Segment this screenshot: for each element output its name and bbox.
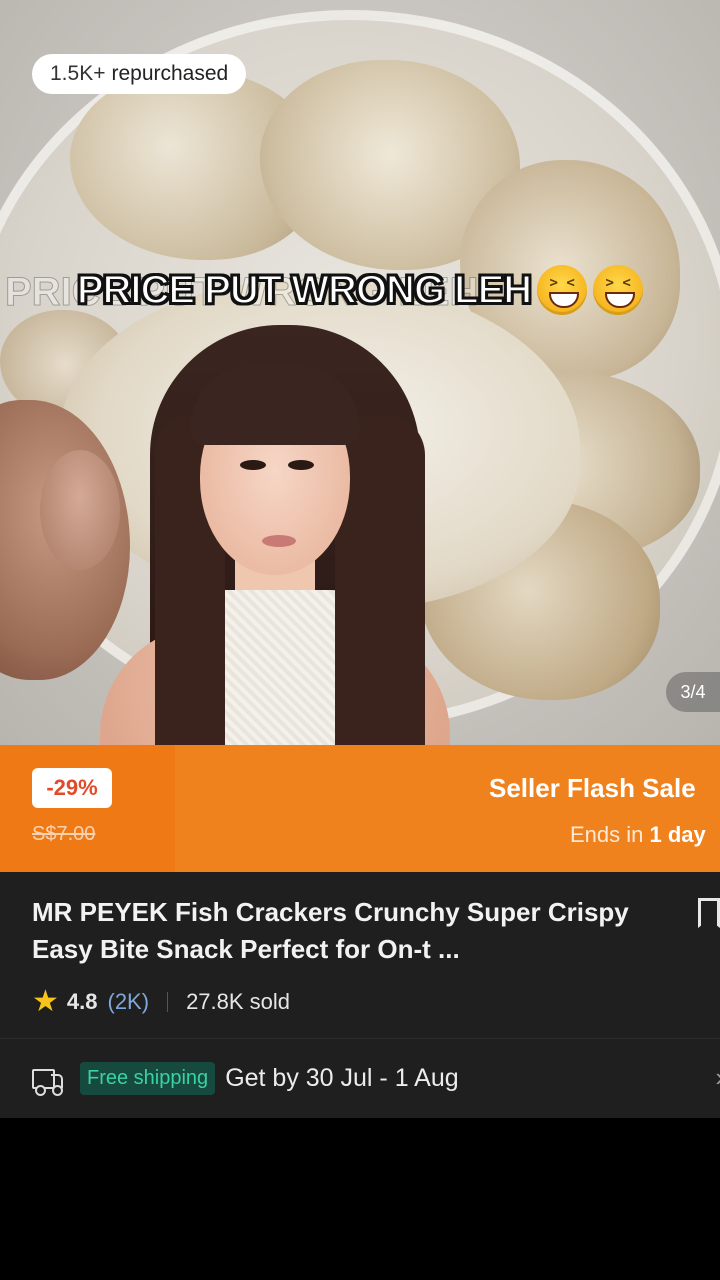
flash-sale-title: Seller Flash Sale xyxy=(489,773,696,803)
video-caption: PRICE PUT WRONG LEH xyxy=(0,255,720,325)
laughing-face-icon xyxy=(593,265,644,315)
sold-count: 27.8K sold xyxy=(186,988,291,1014)
bookmark-icon[interactable] xyxy=(698,898,720,928)
eye-left xyxy=(240,460,266,470)
shipping-row[interactable]: Free shipping Get by 30 Jul - 1 Aug › xyxy=(32,1062,720,1096)
rating-value: 4.8 xyxy=(66,988,98,1014)
rating-row[interactable]: ★ 4.8 (2K) 27.8K sold xyxy=(32,984,290,1019)
ends-prefix: Ends in xyxy=(570,822,644,847)
image-pager: 3/4 xyxy=(666,672,720,712)
section-divider xyxy=(0,1038,720,1039)
price-block xyxy=(0,745,175,872)
product-title[interactable]: MR PEYEK Fish Crackers Crunchy Super Cri… xyxy=(32,894,672,968)
divider xyxy=(167,991,169,1012)
repurchased-count: 1.5K+ xyxy=(50,62,106,85)
original-price: S$7.00 xyxy=(32,823,96,845)
delivery-estimate: Get by 30 Jul - 1 Aug xyxy=(225,1064,459,1092)
product-info-panel: MR PEYEK Fish Crackers Crunchy Super Cri… xyxy=(0,872,720,1118)
laughing-face-icon xyxy=(537,265,588,315)
repurchased-badge: 1.5K+ repurchased xyxy=(32,54,247,94)
review-count[interactable]: (2K) xyxy=(108,989,150,1015)
star-icon: ★ xyxy=(32,985,59,1018)
free-shipping-badge: Free shipping xyxy=(80,1062,216,1095)
eye-right xyxy=(288,460,314,470)
discount-badge: -29% xyxy=(32,768,112,808)
flash-sale-countdown: Ends in 1 day xyxy=(570,822,706,848)
ends-value: 1 day xyxy=(649,822,706,847)
caption-text: PRICE PUT WRONG LEH xyxy=(76,267,533,313)
chevron-right-icon[interactable]: › xyxy=(715,1062,720,1093)
lips xyxy=(262,535,296,547)
delivery-truck-icon xyxy=(32,1067,64,1096)
repurchased-label: repurchased xyxy=(111,62,229,85)
bangs xyxy=(190,365,360,445)
flash-sale-banner[interactable]: -29% S$7.00 Seller Flash Sale xyxy=(0,745,720,872)
